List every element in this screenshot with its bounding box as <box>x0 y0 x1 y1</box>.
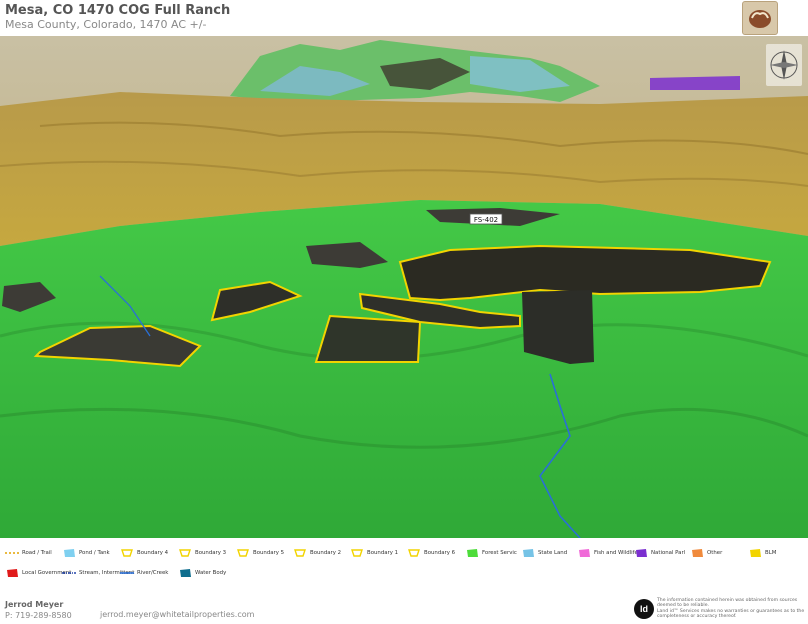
polygon-icon <box>692 549 703 557</box>
legend-label: River/Creek <box>137 570 169 576</box>
legend-item: River/Creek <box>120 568 168 578</box>
disclaimer: The information contained herein was obt… <box>657 598 805 620</box>
legend-item: Fish and Wildlife <box>577 548 638 558</box>
legend-item: Boundary 6 <box>407 548 455 558</box>
disclaimer-line: Land id™ Services makes no warranties or… <box>657 608 805 620</box>
legend-item: BLM <box>748 548 776 558</box>
map-canvas[interactable]: FS-402 <box>0 36 808 538</box>
boundary-icon <box>237 549 249 557</box>
land-id-logo: Id <box>634 599 654 619</box>
agent-phone: P: 719-289-8580 <box>5 611 72 620</box>
legend-item: State Land <box>521 548 567 558</box>
map-title: Mesa, CO 1470 COG Full Ranch <box>5 3 231 18</box>
boundary-icon <box>179 549 191 557</box>
map-legend: Road / Trail Pond / Tank Boundary 4 Boundar… <box>0 538 808 594</box>
compass-icon <box>770 50 798 80</box>
legend-item: Boundary 3 <box>178 548 226 558</box>
disclaimer-line: The information contained herein was obt… <box>657 598 798 609</box>
polygon-icon <box>579 549 590 557</box>
terrain-map[interactable]: FS-402 <box>0 36 808 538</box>
legend-label: National Parl <box>651 550 686 556</box>
legend-label: BLM <box>765 550 777 556</box>
dashed-line-icon <box>5 552 19 554</box>
header: Mesa, CO 1470 COG Full Ranch Mesa County… <box>0 0 808 36</box>
boundary-icon <box>351 549 363 557</box>
legend-label: Other <box>707 550 723 556</box>
boundary-icon <box>408 549 420 557</box>
legend-label: State Land <box>538 550 568 556</box>
legend-label: Boundary 5 <box>253 550 285 556</box>
polygon-icon <box>180 569 191 577</box>
legend-item: Boundary 1 <box>350 548 398 558</box>
polygon-icon <box>7 569 18 577</box>
road-label-fs402: FS-402 <box>469 213 503 225</box>
map-subtitle: Mesa County, Colorado, 1470 AC +/- <box>5 18 207 31</box>
legend-label: Forest Servic <box>482 550 517 556</box>
polygon-icon <box>636 549 647 557</box>
polygon-icon <box>750 549 761 557</box>
compass-rose <box>766 44 802 86</box>
legend-label: Water Body <box>195 570 227 576</box>
line-icon <box>120 572 134 574</box>
legend-label: Road / Trail <box>22 550 52 556</box>
distant-national-park <box>650 76 740 90</box>
dark-parcel <box>522 290 594 364</box>
polygon-icon <box>467 549 478 557</box>
legend-label: Boundary 6 <box>424 550 456 556</box>
legend-item: Boundary 5 <box>236 548 284 558</box>
legend-label: Boundary 2 <box>310 550 342 556</box>
polygon-icon <box>523 549 534 557</box>
hand-logo-icon <box>749 10 771 28</box>
legend-item: Forest Servic <box>465 548 517 558</box>
legend-item: Boundary 4 <box>120 548 168 558</box>
legend-label: Boundary 4 <box>137 550 169 556</box>
boundary-icon <box>294 549 306 557</box>
agent-email[interactable]: jerrod.meyer@whitetailproperties.com <box>100 610 254 619</box>
pond-icon <box>64 549 75 557</box>
agent-name: Jerrod Meyer <box>5 600 64 609</box>
legend-label: Pond / Tank <box>79 550 110 556</box>
legend-item: Other <box>690 548 722 558</box>
legend-item: Water Body <box>178 568 226 578</box>
legend-item: Boundary 2 <box>293 548 341 558</box>
legend-label: Boundary 1 <box>367 550 399 556</box>
road-label-text: FS-402 <box>474 216 498 224</box>
legend-item: Road / Trail <box>5 548 52 558</box>
dashdot-line-icon <box>62 572 76 574</box>
legend-label: Fish and Wildlife <box>594 550 638 556</box>
legend-label: Boundary 3 <box>195 550 227 556</box>
brand-logo <box>742 1 778 35</box>
legend-item: National Parl <box>634 548 685 558</box>
legend-item: Pond / Tank <box>62 548 110 558</box>
boundary-icon <box>121 549 133 557</box>
